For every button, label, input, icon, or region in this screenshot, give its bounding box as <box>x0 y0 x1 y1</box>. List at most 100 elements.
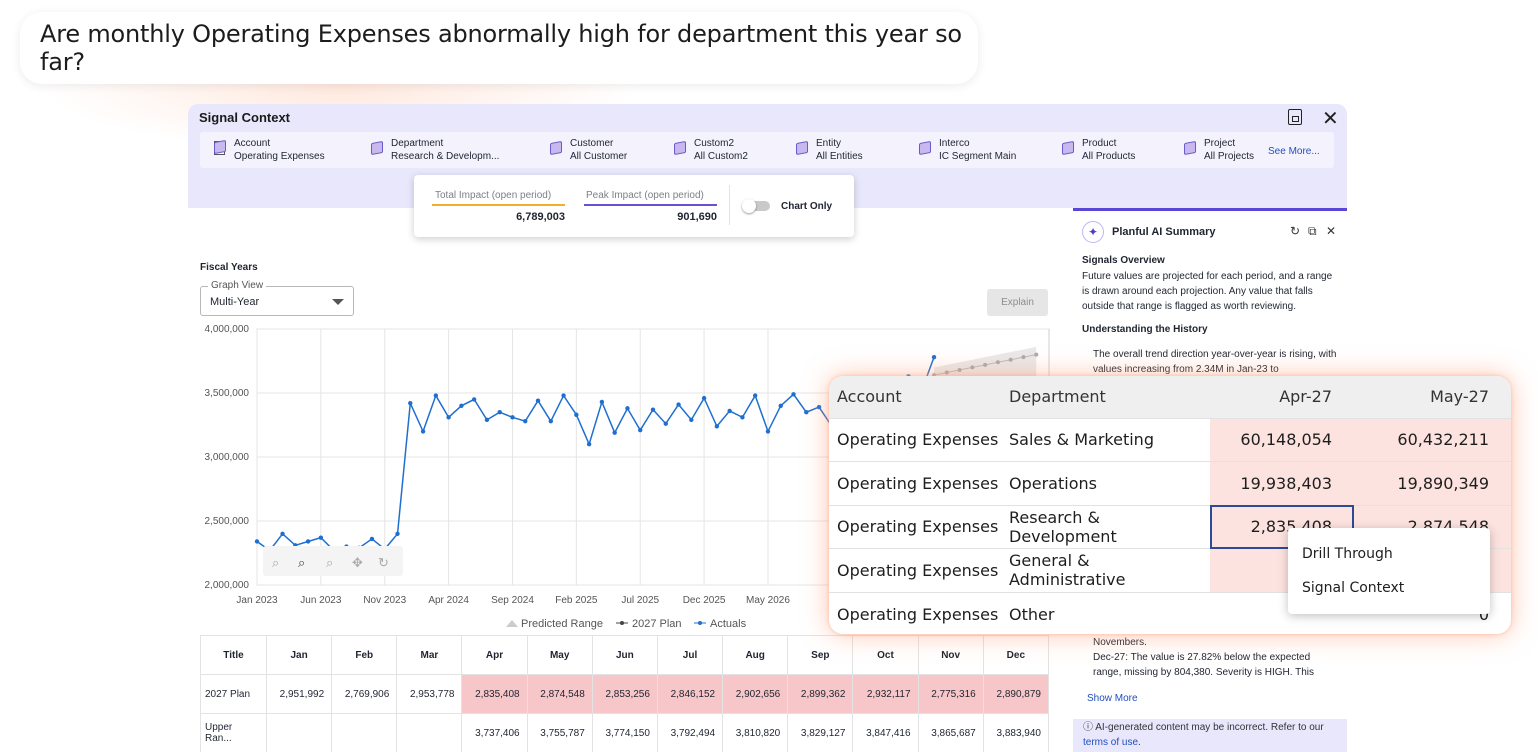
table-cell[interactable]: 2,769,906 <box>331 674 398 714</box>
popup-cell[interactable]: 60,148,054 <box>1210 417 1354 462</box>
dimension-label: Customer <box>570 138 614 149</box>
dimension-label: Custom2 <box>694 138 735 149</box>
terms-link[interactable]: terms of use <box>1083 737 1138 748</box>
actuals-point <box>714 424 720 429</box>
table-cell[interactable]: 2,874,548 <box>526 674 593 714</box>
see-more-link[interactable]: See More... <box>1268 146 1320 157</box>
table-header: Sep <box>787 635 854 675</box>
plan-point <box>1034 352 1039 357</box>
table-header: Oct <box>852 635 919 675</box>
popup-cell: Operating Expenses <box>829 461 1001 505</box>
copy-icon[interactable]: ⧉ <box>1308 224 1317 239</box>
dimension-label: Project <box>1204 138 1236 149</box>
cube-icon <box>550 142 562 154</box>
table-header: Feb <box>331 635 398 675</box>
popup-cell[interactable]: 19,938,403 <box>1210 461 1354 505</box>
popup-cell[interactable]: 19,890,349 <box>1354 461 1511 505</box>
chart-only-toggle[interactable] <box>742 199 770 213</box>
table-cell[interactable]: 2,890,879 <box>982 674 1050 714</box>
dimension-project[interactable]: Project All Projects <box>1204 137 1254 163</box>
zoom-out-icon[interactable]: ⌕ <box>326 555 333 570</box>
cube-icon <box>371 142 383 154</box>
table-cell[interactable]: 3,755,787 <box>526 713 593 752</box>
table-cell[interactable]: 2,775,316 <box>917 674 984 714</box>
y-tick-label: 2,500,000 <box>205 516 250 527</box>
total-impact-value: 6,789,003 <box>516 211 565 223</box>
actuals-point <box>752 393 758 398</box>
dimension-interco[interactable]: Interco IC Segment Main <box>939 137 1016 163</box>
actuals-point <box>689 417 694 423</box>
table-row[interactable]: Operating Expenses Operations 19,938,403… <box>829 461 1511 505</box>
table-row[interactable]: Operating Expenses Sales & Marketing 60,… <box>829 417 1511 462</box>
table-cell[interactable]: 3,865,687 <box>917 713 984 752</box>
table-cell[interactable]: 3,847,416 <box>852 713 919 752</box>
show-more-link[interactable]: Show More <box>1087 693 1138 704</box>
dimension-entity[interactable]: Entity All Entities <box>816 137 863 163</box>
dimension-value: All Projects <box>1204 151 1255 162</box>
table-cell[interactable]: 2,902,656 <box>722 674 789 714</box>
table-cell[interactable] <box>265 713 333 752</box>
table-header: Title <box>200 635 267 675</box>
table-cell[interactable]: 2,899,362 <box>787 674 854 714</box>
dimension-customer[interactable]: Customer All Customer <box>570 137 627 163</box>
pdf-export-icon[interactable] <box>1288 109 1302 125</box>
history-bullet: The overall trend direction year-over-ye… <box>1093 349 1337 375</box>
actuals-point <box>586 442 592 447</box>
table-cell[interactable]: 2,932,117 <box>852 674 919 714</box>
reset-icon[interactable]: ↻ <box>378 555 389 570</box>
actuals-point <box>484 417 490 423</box>
actuals-point <box>791 392 796 397</box>
table-row[interactable]: Upper Ran... 3,737,406 3,755,787 3,774,1… <box>200 713 1050 752</box>
actuals-point <box>548 418 554 424</box>
table-cell[interactable]: 2,835,408 <box>461 674 528 714</box>
y-tick-label: 4,000,000 <box>205 324 250 335</box>
history-heading: Understanding the History <box>1082 324 1208 335</box>
close-icon[interactable]: ✕ <box>1326 224 1336 238</box>
plan-point <box>944 370 949 375</box>
table-cell: 2027 Plan <box>200 674 267 714</box>
drill-through-menu-item[interactable]: Drill Through <box>1302 546 1393 562</box>
close-icon[interactable]: ✕ <box>1322 106 1339 131</box>
disclaimer-end: . <box>1138 737 1141 748</box>
table-cell[interactable] <box>396 713 463 752</box>
signal-context-menu-item[interactable]: Signal Context <box>1302 580 1404 596</box>
popup-cell[interactable]: 60,432,211 <box>1354 417 1511 462</box>
popup-header: Department <box>1001 376 1210 418</box>
graph-view-select[interactable]: Graph View Multi-Year <box>200 280 354 316</box>
dimension-department[interactable]: Department Research & Developm... <box>391 137 499 163</box>
divider <box>729 185 730 225</box>
pan-icon[interactable]: ✥ <box>352 555 363 570</box>
actuals-point <box>816 404 822 410</box>
table-cell[interactable]: 2,953,778 <box>396 674 463 714</box>
disclaimer-text: AI-generated content may be incorrect. R… <box>1095 722 1324 733</box>
dimension-account[interactable]: Account Operating Expenses <box>214 137 325 163</box>
popup-cell: Operating Expenses <box>829 591 1001 634</box>
table-cell[interactable]: 2,951,992 <box>265 674 333 714</box>
y-tick-label: 3,500,000 <box>205 388 250 399</box>
table-cell[interactable]: 3,829,127 <box>787 713 854 752</box>
table-cell[interactable]: 2,853,256 <box>591 674 658 714</box>
table-cell[interactable]: 3,737,406 <box>461 713 528 752</box>
table-cell[interactable]: 3,810,820 <box>722 713 789 752</box>
plan-point <box>1021 355 1026 360</box>
table-row[interactable]: 2027 Plan 2,951,992 2,769,906 2,953,778 … <box>200 674 1050 714</box>
dimension-product[interactable]: Product All Products <box>1082 137 1135 163</box>
table-cell[interactable] <box>331 713 398 752</box>
table-cell[interactable]: 3,792,494 <box>656 713 724 752</box>
cube-icon <box>674 142 686 154</box>
actuals-point <box>305 539 311 544</box>
zoom-in-icon[interactable]: ⌕ <box>272 555 279 570</box>
table-cell[interactable]: 3,883,940 <box>982 713 1050 752</box>
explain-button[interactable]: Explain <box>987 289 1048 316</box>
actuals-point <box>369 536 375 542</box>
popup-header: May-27 <box>1354 376 1511 418</box>
refresh-icon[interactable]: ↻ <box>1290 224 1300 238</box>
dimension-custom2[interactable]: Custom2 All Custom2 <box>694 137 748 163</box>
peak-impact-line <box>584 204 717 206</box>
actuals-point <box>931 354 937 360</box>
table-cell[interactable]: 3,774,150 <box>591 713 658 752</box>
table-cell[interactable]: 2,846,152 <box>656 674 724 714</box>
zoom-icon[interactable]: ⌕ <box>298 555 305 570</box>
actuals-point <box>254 539 260 544</box>
cube-icon <box>1184 142 1196 154</box>
